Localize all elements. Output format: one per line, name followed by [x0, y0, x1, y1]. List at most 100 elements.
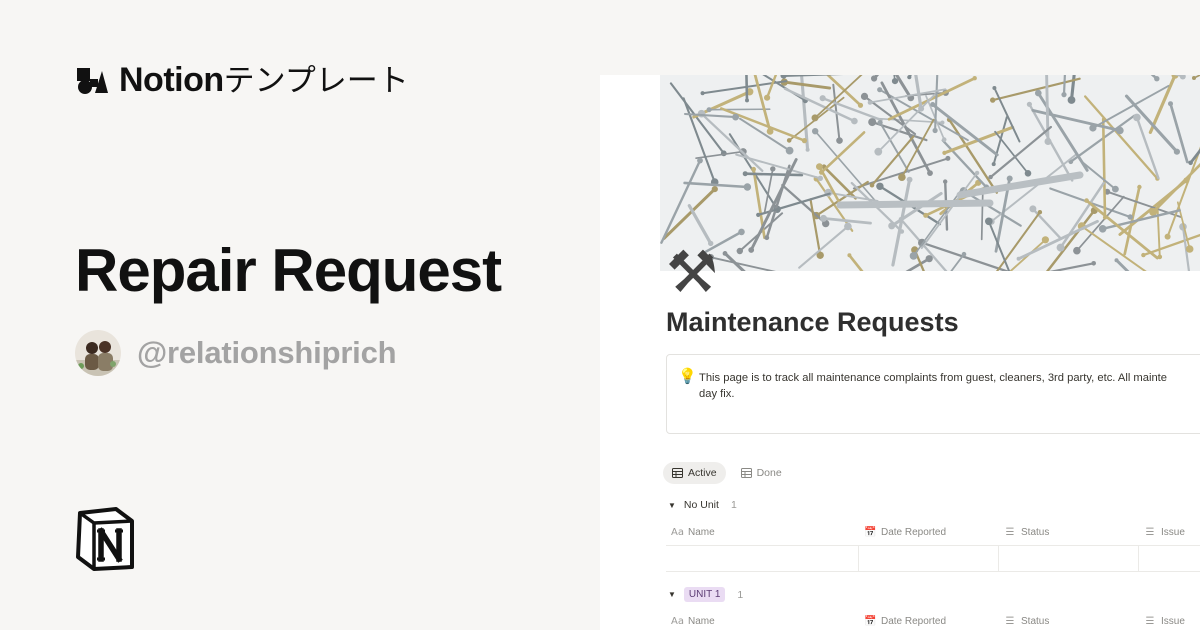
nail	[1062, 75, 1066, 96]
nail	[782, 75, 844, 78]
nail-head	[1073, 246, 1081, 255]
table-row[interactable]	[666, 546, 1200, 572]
brand-name-strong: Notion	[119, 60, 224, 99]
tab-done[interactable]: Done	[732, 462, 791, 484]
calendar-icon: 📅	[864, 527, 877, 538]
table-cell[interactable]	[859, 546, 999, 571]
nail-head	[785, 146, 794, 155]
column-issue[interactable]: ☰ Issue	[1139, 609, 1200, 630]
column-label: Status	[1021, 616, 1050, 627]
nail	[1084, 95, 1159, 180]
nail-head	[1084, 198, 1089, 203]
nail	[1189, 148, 1200, 165]
nail-head	[899, 229, 905, 234]
table-cell[interactable]	[999, 546, 1139, 571]
nail-head	[1056, 243, 1065, 252]
table-cell[interactable]	[1139, 546, 1200, 571]
nail	[852, 157, 949, 190]
author[interactable]: @relationshiprich	[75, 330, 397, 376]
nail-head	[927, 170, 933, 176]
nail	[989, 125, 1052, 179]
nail-head	[711, 186, 718, 193]
nail	[765, 164, 791, 239]
nail-head	[1116, 126, 1124, 135]
nail	[1081, 161, 1117, 191]
nail-head	[817, 175, 823, 181]
nail-head	[1067, 96, 1076, 104]
nail-head	[874, 147, 883, 156]
hammer-pick-icon[interactable]: ⚒	[666, 239, 718, 305]
nail	[719, 107, 806, 142]
nail	[708, 108, 771, 111]
nail	[991, 77, 1081, 102]
group-no-unit[interactable]: ▼ No Unit 1	[668, 499, 737, 511]
list-icon: ☰	[1005, 527, 1015, 538]
nail-head	[764, 235, 770, 241]
page-title[interactable]: Maintenance Requests	[666, 307, 959, 338]
nail-head	[941, 137, 947, 142]
table-icon	[740, 468, 752, 478]
column-status[interactable]: ☰ Status	[999, 609, 1139, 630]
toggle-triangle-icon[interactable]: ▼	[668, 501, 676, 510]
callout-block[interactable]: 💡 This page is to track all maintenance …	[666, 354, 1200, 434]
nail	[941, 139, 988, 189]
column-issue[interactable]: ☰ Issue	[1139, 520, 1200, 545]
nail-head	[877, 120, 883, 126]
column-date-reported[interactable]: 📅 Date Reported	[859, 609, 999, 630]
notion-shapes-logo-icon	[77, 68, 108, 94]
nail-head	[820, 214, 827, 222]
nail-head	[1006, 175, 1013, 182]
toggle-triangle-icon[interactable]: ▼	[668, 590, 676, 599]
group-unit-1[interactable]: ▼ UNIT 1 1	[668, 587, 743, 602]
nail-head	[801, 138, 807, 144]
nail-head	[706, 107, 712, 113]
nail-head	[844, 222, 852, 231]
nail-head	[942, 150, 947, 155]
template-title: Repair Request	[75, 237, 502, 304]
nail-head	[961, 251, 967, 257]
nail-head	[990, 97, 996, 103]
column-name[interactable]: Aa Name	[666, 520, 859, 545]
nail	[798, 225, 849, 269]
nail-head	[1098, 225, 1107, 233]
table-cell[interactable]	[666, 546, 859, 571]
nail	[1101, 117, 1107, 219]
nail	[1150, 75, 1159, 81]
tab-active[interactable]: Active	[663, 462, 726, 484]
column-date-reported[interactable]: 📅 Date Reported	[859, 520, 999, 545]
cover-image	[660, 75, 1200, 271]
nail	[820, 131, 866, 174]
author-handle: @relationshiprich	[137, 335, 397, 370]
nail	[914, 75, 923, 111]
table-header: Aa Name 📅 Date Reported ☰ Status ☰ Issue	[666, 520, 1200, 546]
unit-tag: UNIT 1	[683, 587, 726, 602]
nail-head	[811, 114, 819, 122]
nail	[709, 256, 776, 271]
nail-head	[907, 75, 912, 80]
nail-head	[925, 255, 933, 263]
nail-head	[945, 155, 951, 161]
tab-label: Done	[756, 467, 782, 479]
group-label: No Unit	[683, 499, 719, 511]
nail-head	[1164, 233, 1171, 240]
text-property-icon: Aa	[671, 616, 684, 627]
nail-head	[1035, 89, 1042, 97]
nail-head	[1141, 252, 1146, 258]
nail	[1091, 84, 1170, 129]
list-icon: ☰	[1005, 616, 1015, 627]
nail-head	[1024, 170, 1032, 177]
column-status[interactable]: ☰ Status	[999, 520, 1139, 545]
bolt	[836, 199, 994, 209]
nail-head	[1114, 258, 1119, 263]
notion-logo-icon	[76, 507, 134, 571]
nail	[700, 112, 764, 172]
nail-head	[745, 98, 749, 103]
nail	[872, 75, 880, 80]
page-preview: ⚒ Maintenance Requests 💡 This page is to…	[600, 75, 1200, 630]
nail-head	[836, 137, 843, 144]
nail	[782, 80, 832, 90]
column-label: Status	[1021, 527, 1050, 538]
column-name[interactable]: Aa Name	[666, 609, 859, 630]
table-header: Aa Name 📅 Date Reported ☰ Status ☰ Issue	[666, 609, 1200, 630]
nail-head	[1127, 214, 1133, 220]
